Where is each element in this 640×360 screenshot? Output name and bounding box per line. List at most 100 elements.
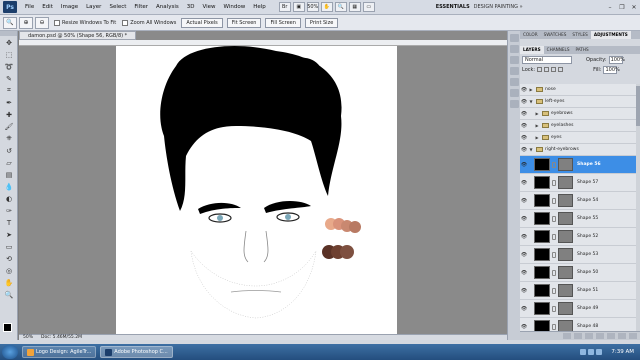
history-brush-tool-icon[interactable]: ↺ — [2, 145, 16, 156]
eye-icon[interactable]: 👁 — [520, 288, 528, 294]
tab-color[interactable]: COLOR — [520, 31, 541, 39]
volume-icon[interactable] — [588, 349, 595, 355]
zoom-in-icon[interactable]: ⊕ — [19, 16, 33, 29]
layer-row[interactable]: 👁 Shape 49 — [520, 300, 640, 318]
fill-input[interactable]: 100% — [603, 65, 620, 74]
eye-icon[interactable]: 👁 — [520, 252, 528, 258]
eye-icon[interactable]: 👁 — [520, 198, 528, 204]
move-tool-icon[interactable]: ✥ — [2, 37, 16, 48]
lock-position-icon[interactable] — [551, 67, 557, 72]
minibridge-icon[interactable]: ▣ — [292, 2, 305, 12]
print-size-button[interactable]: Print Size — [304, 17, 339, 28]
network-icon[interactable] — [580, 349, 587, 355]
layer-row[interactable]: 👁 Shape 56 — [520, 156, 640, 174]
add-mask-icon[interactable] — [585, 333, 593, 339]
tab-styles[interactable]: STYLES — [569, 31, 590, 39]
trash-icon[interactable] — [629, 333, 637, 339]
tab-paths[interactable]: PATHS — [573, 46, 592, 54]
quick-select-tool-icon[interactable]: ✎ — [2, 73, 16, 84]
pen-tool-icon[interactable]: ✑ — [2, 205, 16, 216]
document-tab[interactable]: damon.psd @ 50% (Shape 56, RGB/8) * — [19, 31, 137, 40]
menu-analysis[interactable]: Analysis — [152, 0, 183, 15]
menu-filter[interactable]: Filter — [130, 0, 152, 15]
layer-row[interactable]: 👁 Shape 51 — [520, 282, 640, 300]
tab-layers[interactable]: LAYERS — [520, 46, 544, 54]
lock-all-icon[interactable] — [558, 67, 564, 72]
lock-pixels-icon[interactable] — [544, 67, 550, 72]
gradient-tool-icon[interactable]: ▤ — [2, 169, 16, 180]
eye-icon[interactable]: 👁 — [520, 162, 528, 168]
brush-tool-icon[interactable]: 🖌 — [2, 121, 16, 132]
actual-pixels-button[interactable]: Actual Pixels — [181, 17, 223, 28]
clone-stamp-tool-icon[interactable]: ⎈ — [2, 133, 16, 144]
menu-3d[interactable]: 3D — [183, 0, 199, 15]
healing-brush-tool-icon[interactable]: ✚ — [2, 109, 16, 120]
zoom-tool-icon-2[interactable]: 🔍 — [2, 289, 16, 300]
3d-rotate-tool-icon[interactable]: ⟲ — [2, 253, 16, 264]
menu-file[interactable]: File — [21, 0, 38, 15]
info-panel-icon[interactable] — [510, 89, 519, 97]
marquee-tool-icon[interactable]: ⬚ — [2, 49, 16, 60]
tab-channels[interactable]: CHANNELS — [544, 46, 573, 54]
close-icon[interactable]: ✕ — [628, 2, 640, 12]
layer-row[interactable]: 👁 Shape 50 — [520, 264, 640, 282]
layer-group-row[interactable]: 👁 ▶ nose — [520, 84, 640, 96]
arrange-documents-icon[interactable]: ▦ — [348, 2, 361, 12]
resize-windows-checkbox[interactable]: Resize Windows To Fit — [54, 19, 116, 26]
layer-row[interactable]: 👁 Shape 55 — [520, 210, 640, 228]
scrollbar-thumb[interactable] — [636, 86, 640, 126]
path-select-tool-icon[interactable]: ➤ — [2, 229, 16, 240]
layer-row[interactable]: 👁 Shape 52 — [520, 228, 640, 246]
screen-mode-icon[interactable]: ▭ — [362, 2, 375, 12]
fit-screen-button[interactable]: Fit Screen — [226, 17, 262, 28]
layer-row[interactable]: 👁 Shape 57 — [520, 174, 640, 192]
eye-icon[interactable]: 👁 — [520, 306, 528, 312]
start-button[interactable] — [2, 345, 18, 359]
layer-row[interactable]: 👁 Shape 48 — [520, 318, 640, 331]
crop-tool-icon[interactable]: ⌗ — [2, 85, 16, 96]
layers-scrollbar[interactable] — [636, 84, 640, 331]
expand-arrow-icon[interactable]: ▶ — [534, 111, 540, 116]
paragraph-panel-icon[interactable] — [510, 78, 519, 86]
opacity-input[interactable]: 100% — [608, 55, 625, 64]
history-panel-icon[interactable] — [510, 34, 519, 42]
layer-group-row[interactable]: 👁 ▶ eyes — [520, 132, 640, 144]
adjustment-layer-icon[interactable] — [596, 333, 604, 339]
flag-icon[interactable] — [596, 349, 603, 355]
blend-mode-select[interactable]: Normal — [522, 55, 572, 64]
zoom-level-select[interactable]: 50% — [306, 2, 319, 12]
type-tool-icon[interactable]: T — [2, 217, 16, 228]
fx-icon[interactable] — [574, 333, 582, 339]
menu-edit[interactable]: Edit — [38, 0, 57, 15]
navigator-panel-icon[interactable] — [510, 100, 519, 108]
menu-layer[interactable]: Layer — [82, 0, 105, 15]
collapse-arrow-icon[interactable]: ▼ — [528, 147, 534, 152]
eyedropper-tool-icon[interactable]: ✒ — [2, 97, 16, 108]
eye-icon[interactable]: 👁 — [520, 147, 528, 153]
link-layers-icon[interactable] — [563, 333, 571, 339]
expand-arrow-icon[interactable]: ▶ — [534, 123, 540, 128]
eye-icon[interactable]: 👁 — [520, 180, 528, 186]
brush-panel-icon[interactable] — [510, 56, 519, 64]
layer-group-row[interactable]: 👁 ▶ eyelashes — [520, 120, 640, 132]
eye-icon[interactable]: 👁 — [520, 234, 528, 240]
dodge-tool-icon[interactable]: ◐ — [2, 193, 16, 204]
eye-icon[interactable]: 👁 — [520, 123, 528, 129]
restore-icon[interactable]: ❐ — [616, 2, 628, 12]
hand-tool-icon-2[interactable]: ✋ — [2, 277, 16, 288]
taskbar-item-photoshop[interactable]: Adobe Photoshop C... — [100, 346, 173, 358]
layer-group-row[interactable]: 👁 ▼ left-eyes — [520, 96, 640, 108]
canvas[interactable] — [116, 46, 397, 340]
zoom-tool-icon[interactable]: 🔍 — [334, 2, 347, 12]
shape-tool-icon[interactable]: ▭ — [2, 241, 16, 252]
layer-group-row[interactable]: 👁 ▼ right-eyebrows — [520, 144, 640, 156]
bridge-icon[interactable]: Br — [278, 2, 291, 12]
minimize-icon[interactable]: – — [604, 2, 616, 12]
eye-icon[interactable]: 👁 — [520, 135, 528, 141]
layer-row[interactable]: 👁 Shape 53 — [520, 246, 640, 264]
eye-icon[interactable]: 👁 — [520, 99, 528, 105]
eraser-tool-icon[interactable]: ▱ — [2, 157, 16, 168]
tools-panel-header[interactable] — [0, 31, 17, 36]
3d-orbit-tool-icon[interactable]: ◎ — [2, 265, 16, 276]
eye-icon[interactable]: 👁 — [520, 270, 528, 276]
